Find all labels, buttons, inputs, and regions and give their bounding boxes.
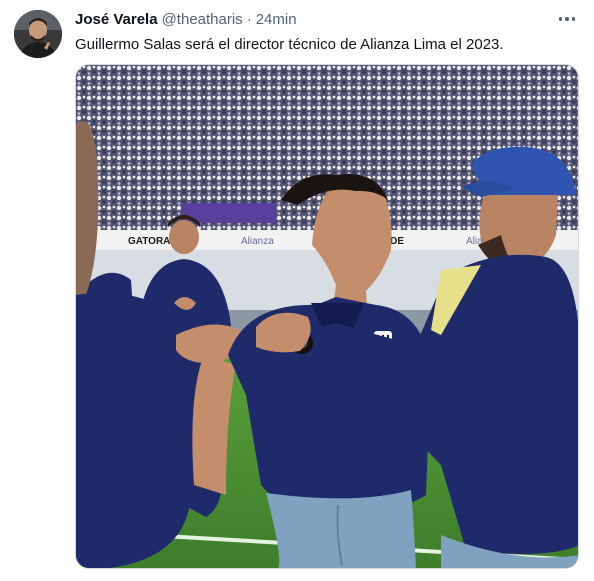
tweet-photo[interactable]: GATORA Alianza TORADE Alia [75, 64, 579, 569]
author-name[interactable]: José Varela [75, 11, 158, 28]
avatar-image [14, 10, 62, 58]
author-handle[interactable]: @theatharis [162, 11, 243, 28]
tweet-card: José Varela @theatharis · 24min Guillerm… [0, 0, 594, 581]
more-options-icon[interactable] [556, 10, 578, 28]
tweet-timestamp[interactable]: 24min [256, 11, 297, 28]
tweet-text: Guillermo Salas será el director técnico… [75, 36, 504, 53]
ad-board-left: GATORA [128, 236, 170, 247]
tweet-header: José Varela @theatharis · 24min [75, 11, 297, 28]
author-avatar[interactable] [14, 10, 62, 58]
ad-board-mid: Alianza [241, 236, 274, 247]
photo-image: GATORA Alianza TORADE Alia [76, 65, 578, 568]
separator-dot: · [246, 11, 252, 28]
